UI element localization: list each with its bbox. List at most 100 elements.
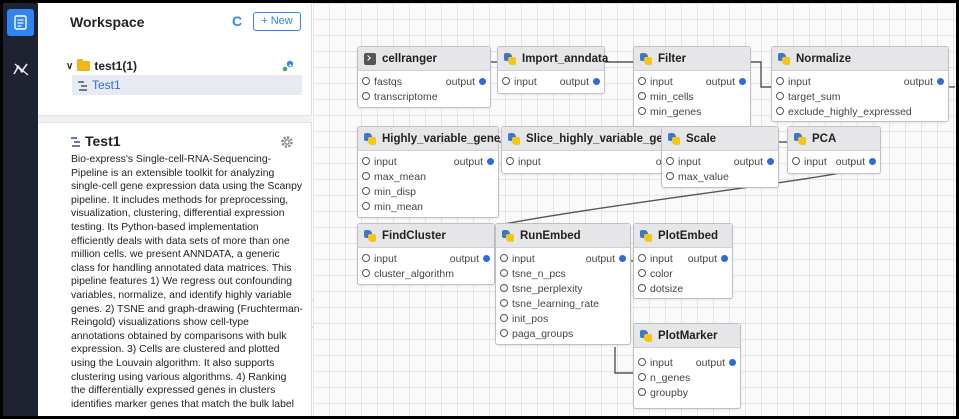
- input-port[interactable]: exclude_highly_expressed: [776, 106, 912, 118]
- output-port[interactable]: output: [904, 76, 944, 88]
- output-port[interactable]: output: [688, 253, 728, 265]
- input-port[interactable]: paga_groups: [500, 328, 573, 340]
- panel-divider: [38, 115, 312, 123]
- node-title: Highly_variable_genes: [382, 132, 507, 145]
- python-icon: [508, 132, 520, 145]
- input-port[interactable]: cluster_algorithm: [362, 268, 454, 280]
- node-plotmarker[interactable]: PlotMarker input n_genes groupby output: [633, 323, 741, 409]
- refresh-button[interactable]: C: [232, 12, 246, 30]
- node-pca[interactable]: PCA input output: [787, 126, 881, 174]
- output-port[interactable]: output: [454, 156, 494, 168]
- input-port[interactable]: input: [638, 253, 673, 265]
- workflow-canvas[interactable]: cellranger fastqs transcriptome output I…: [313, 3, 956, 416]
- output-port[interactable]: output: [734, 156, 774, 168]
- input-port[interactable]: input: [638, 76, 673, 88]
- tree-child-label: Test1: [92, 78, 121, 92]
- node-filter[interactable]: Filter input min_cells min_genes output: [633, 46, 751, 128]
- node-scale[interactable]: Scale input max_value output: [661, 126, 779, 188]
- node-cellranger[interactable]: cellranger fastqs transcriptome output: [357, 46, 491, 108]
- node-import-anndata[interactable]: Import_anndata input output: [497, 46, 609, 94]
- input-port[interactable]: tsne_perplexity: [500, 283, 583, 295]
- workflow-icon[interactable]: [7, 55, 34, 82]
- workflow-detail-title: Test1: [71, 133, 121, 149]
- input-port[interactable]: input: [776, 76, 811, 88]
- python-icon: [640, 329, 652, 342]
- left-rail: [3, 3, 38, 416]
- chevron-down-icon[interactable]: ∨: [66, 61, 73, 72]
- input-port[interactable]: min_cells: [638, 91, 694, 103]
- python-icon: [364, 229, 376, 242]
- input-port[interactable]: input: [500, 253, 535, 265]
- python-icon: [778, 52, 790, 65]
- gear-icon[interactable]: [280, 135, 294, 149]
- output-port[interactable]: output: [446, 76, 486, 88]
- input-port[interactable]: input: [506, 156, 541, 168]
- input-port[interactable]: min_genes: [638, 106, 701, 118]
- node-title: Import_anndata: [522, 52, 609, 65]
- input-port[interactable]: fastqs: [362, 76, 402, 88]
- new-button[interactable]: + New: [253, 12, 301, 31]
- node-plotembed[interactable]: PlotEmbed input color dotsize output: [633, 223, 733, 299]
- node-findcluster[interactable]: FindCluster input cluster_algorithm outp…: [357, 223, 495, 285]
- output-port[interactable]: output: [836, 156, 876, 168]
- input-port[interactable]: tsne_n_pcs: [500, 268, 566, 280]
- input-port[interactable]: tsne_learning_rate: [500, 298, 599, 310]
- input-port[interactable]: input: [792, 156, 827, 168]
- node-title: Slice_highly_variable_genes: [526, 132, 683, 145]
- input-port[interactable]: groupby: [638, 387, 688, 399]
- node-title: RunEmbed: [520, 229, 581, 242]
- input-port[interactable]: input: [666, 156, 701, 168]
- output-port[interactable]: output: [696, 357, 736, 369]
- node-title: FindCluster: [382, 229, 446, 242]
- python-icon: [668, 132, 680, 145]
- node-title: PCA: [812, 132, 837, 145]
- input-port[interactable]: max_value: [666, 171, 729, 183]
- input-port[interactable]: min_disp: [362, 186, 416, 198]
- input-port[interactable]: input: [362, 253, 397, 265]
- node-normalize[interactable]: Normalize input target_sum exclude_highl…: [771, 46, 949, 122]
- node-title: Normalize: [796, 52, 851, 65]
- share-icon[interactable]: [281, 59, 295, 73]
- input-port[interactable]: input: [638, 357, 673, 369]
- detail-title-text: Test1: [85, 133, 121, 149]
- python-icon: [364, 132, 376, 145]
- python-icon: [502, 229, 514, 242]
- input-port[interactable]: input: [502, 76, 537, 88]
- node-title: PlotMarker: [658, 329, 718, 342]
- workspace-sidebar: Workspace C + New ∨ test1(1) Test1 Test1…: [38, 3, 312, 416]
- workspace-title: Workspace: [70, 14, 145, 30]
- workflow-file-icon: [71, 136, 81, 147]
- output-port[interactable]: output: [560, 76, 600, 88]
- input-port[interactable]: transcriptome: [362, 91, 438, 103]
- terminal-icon: [364, 52, 376, 65]
- folder-icon: [77, 59, 91, 71]
- output-port[interactable]: output: [450, 253, 490, 265]
- output-port[interactable]: output: [706, 76, 746, 88]
- python-icon: [794, 132, 806, 145]
- node-title: Filter: [658, 52, 687, 65]
- output-port[interactable]: output: [586, 253, 626, 265]
- workflow-file-icon: [78, 80, 88, 91]
- tree-folder-item[interactable]: ∨ test1(1): [66, 57, 137, 75]
- workflow-description: Bio-express's Single-cell-RNA-Sequencing…: [71, 154, 303, 410]
- node-title: cellranger: [382, 52, 437, 65]
- app-window: Workspace C + New ∨ test1(1) Test1 Test1…: [3, 3, 956, 416]
- input-port[interactable]: target_sum: [776, 91, 841, 103]
- input-port[interactable]: color: [638, 268, 673, 280]
- python-icon: [640, 229, 652, 242]
- tree-folder-label: test1(1): [94, 59, 138, 73]
- input-port[interactable]: n_genes: [638, 372, 690, 384]
- input-port[interactable]: init_pos: [500, 313, 548, 325]
- input-port[interactable]: max_mean: [362, 171, 426, 183]
- tree-child-item[interactable]: Test1: [72, 75, 302, 95]
- input-port[interactable]: dotsize: [638, 283, 683, 295]
- node-highly-variable-genes[interactable]: Highly_variable_genes input max_mean min…: [357, 126, 507, 218]
- input-port[interactable]: min_mean: [362, 201, 423, 213]
- node-runembed[interactable]: RunEmbed input tsne_n_pcs tsne_perplexit…: [495, 223, 631, 345]
- node-title: PlotEmbed: [658, 229, 719, 242]
- workflow-tree: ∨ test1(1) Test1: [38, 49, 312, 109]
- document-icon[interactable]: [7, 9, 34, 36]
- node-title: Scale: [686, 132, 717, 145]
- input-port[interactable]: input: [362, 156, 397, 168]
- python-icon: [640, 52, 652, 65]
